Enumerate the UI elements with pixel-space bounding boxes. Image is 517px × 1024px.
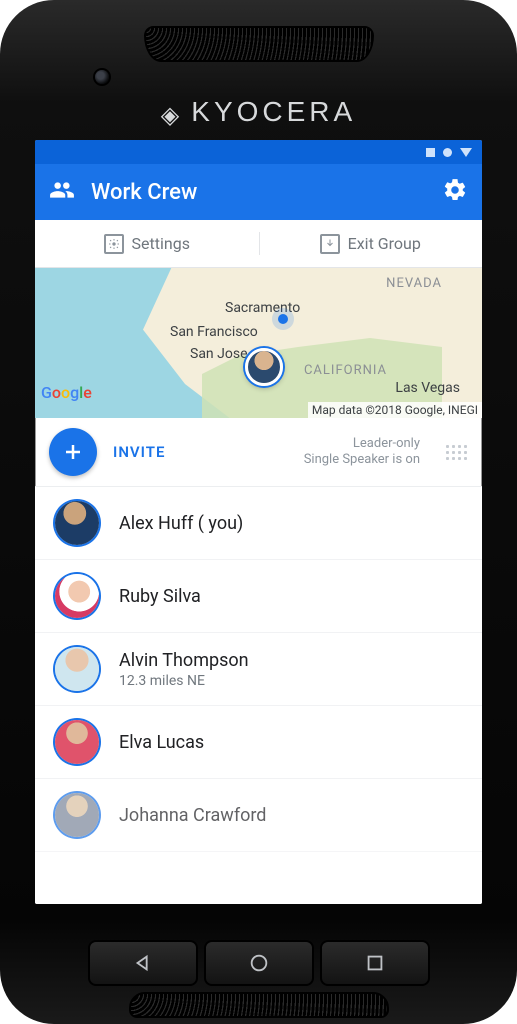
bottom-speaker [129,992,389,1018]
plus-icon [61,440,85,464]
map-view[interactable]: NEVADA CALIFORNIA Sacramento San Francis… [35,268,482,418]
list-item[interactable]: Johanna Crawford [35,779,482,852]
settings-box-icon [104,234,124,254]
device-brand: ◈ KYOCERA [0,96,517,130]
member-name: Ruby Silva [119,586,201,607]
status-triangle-icon [460,148,472,157]
settings-button[interactable]: Settings [35,220,259,267]
app-bar: Work Crew [35,164,482,220]
phone-top-bezel: ◈ KYOCERA [0,0,517,140]
exit-download-icon [320,234,340,254]
device-brand-text: KYOCERA [191,96,356,127]
map-avatar-pin[interactable] [245,348,283,386]
member-name: Alvin Thompson [119,650,249,671]
earpiece-speaker [144,26,374,62]
map-location-dot [278,314,288,324]
list-item[interactable]: Alvin Thompson 12.3 miles NE [35,633,482,706]
avatar [55,720,99,764]
exit-group-button[interactable]: Exit Group [259,220,483,267]
map-city-sj: San Jose [190,346,248,362]
map-state-nevada: NEVADA [386,276,442,291]
hw-home-button[interactable] [204,940,314,986]
back-triangle-icon [132,952,154,974]
group-icon [49,177,75,207]
status-bar [35,140,482,164]
status-circle-icon [443,148,452,157]
screen: Work Crew Settings Exit Group [35,140,482,904]
drag-handle-icon[interactable] [446,445,468,460]
map-credit: Map data ©2018 Google, INEGI [308,402,482,418]
status-leader-only: Leader-only [304,436,420,452]
member-name: Johanna Crawford [119,805,266,826]
hw-recents-button[interactable] [320,940,430,986]
exit-group-label: Exit Group [348,234,421,253]
front-camera [95,70,109,84]
map-state-california: CALIFORNIA [304,363,387,378]
map-city-sf: San Francisco [170,324,258,340]
map-city-lv: Las Vegas [395,380,460,396]
home-circle-icon [248,952,270,974]
list-item[interactable]: Elva Lucas [35,706,482,779]
phone-bottom-bezel [0,904,517,1024]
invite-button[interactable] [49,428,97,476]
kyocera-logo-icon: ◈ [161,101,183,130]
avatar [55,793,99,837]
member-name: Alex Huff ( you) [119,513,243,534]
phone-frame: ◈ KYOCERA Work Crew Settings [0,0,517,1024]
settings-label: Settings [132,234,190,253]
invite-label[interactable]: INVITE [113,443,288,461]
page-title: Work Crew [91,180,426,205]
toolbar: Settings Exit Group [35,220,482,268]
status-square-icon [426,148,435,157]
member-name: Elva Lucas [119,732,204,753]
member-list[interactable]: Alex Huff ( you) Ruby Silva Alvin Thomps… [35,487,482,904]
avatar [55,501,99,545]
speaker-status: Leader-only Single Speaker is on [304,436,420,469]
invite-row: INVITE Leader-only Single Speaker is on [35,418,482,487]
status-single-speaker: Single Speaker is on [304,452,420,468]
hardware-buttons [88,940,430,986]
settings-gear-button[interactable] [442,177,468,207]
avatar [55,647,99,691]
list-item[interactable]: Ruby Silva [35,560,482,633]
map-city-sacramento: Sacramento [225,300,300,316]
google-logo: Google [41,383,92,402]
list-item[interactable]: Alex Huff ( you) [35,487,482,560]
recents-square-icon [364,952,386,974]
hw-back-button[interactable] [88,940,198,986]
member-distance: 12.3 miles NE [119,673,249,689]
avatar [55,574,99,618]
